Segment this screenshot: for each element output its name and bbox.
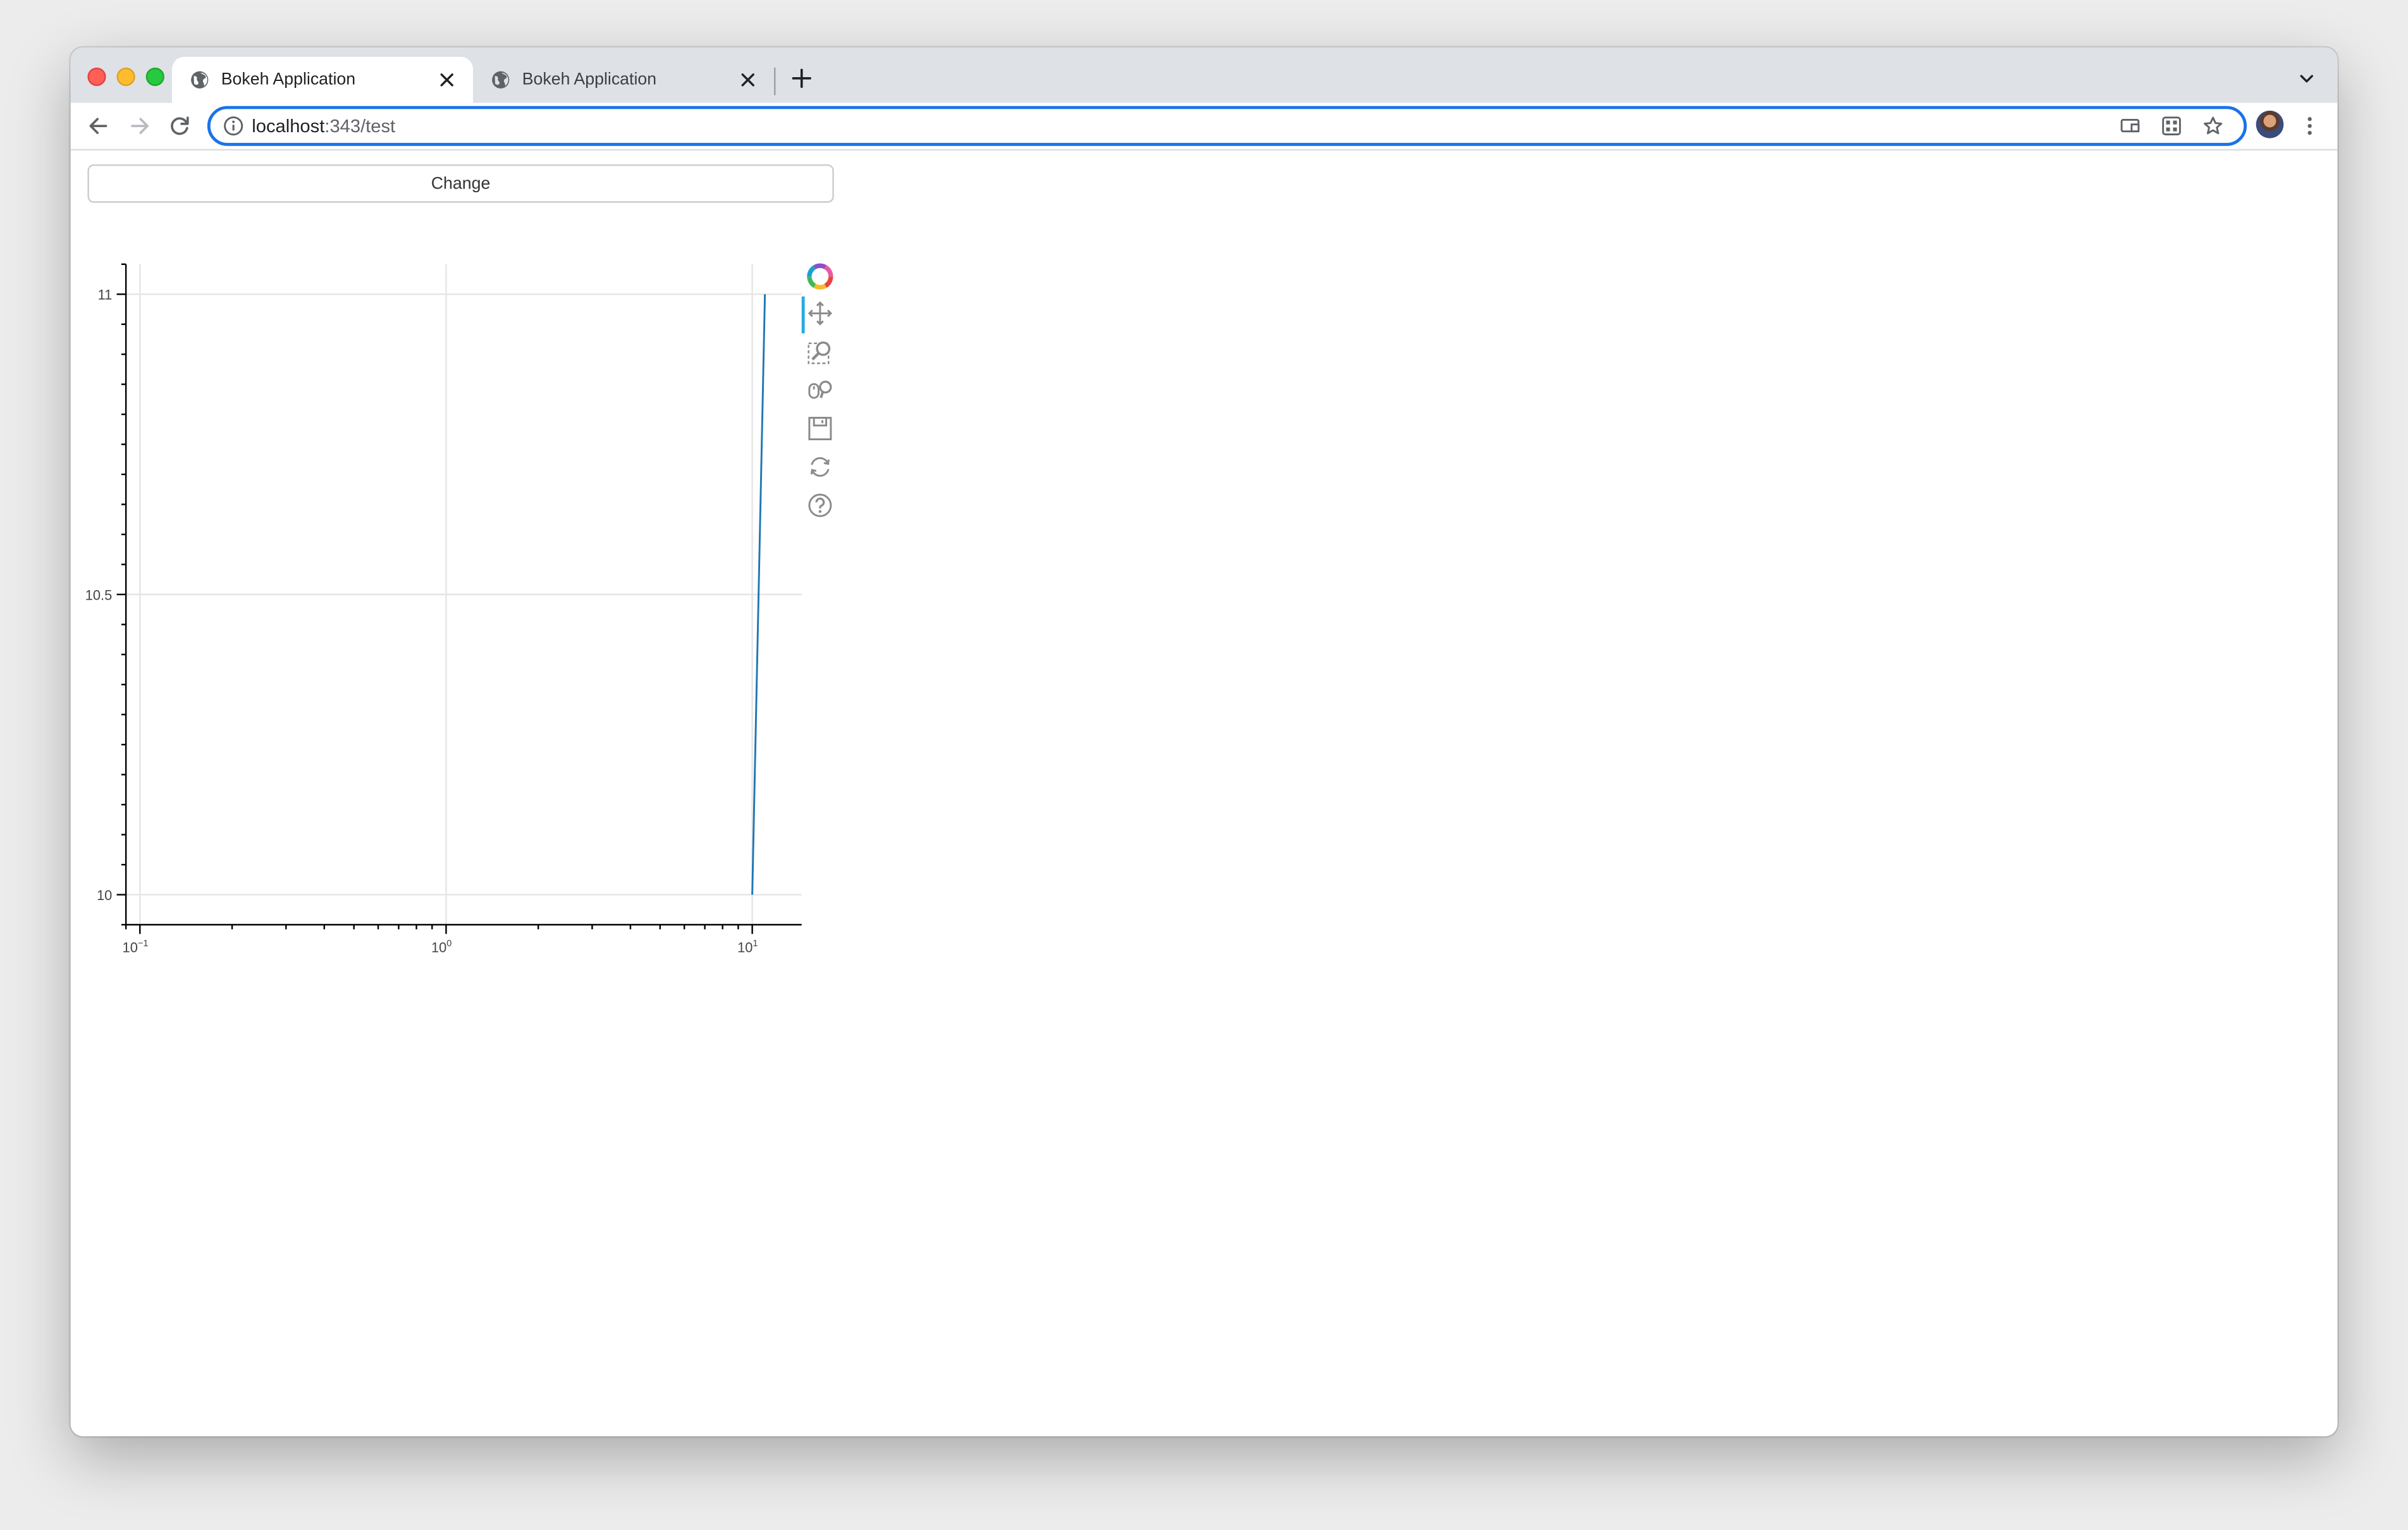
tab-title: Bokeh Application <box>522 70 657 89</box>
bookmark-star-icon[interactable] <box>2202 115 2224 137</box>
info-icon[interactable] <box>223 115 244 137</box>
globe-icon <box>191 71 209 89</box>
tab-title: Bokeh Application <box>221 70 356 89</box>
browser-toolbar: localhost:343/test <box>70 102 2338 151</box>
browser-window: Bokeh Application Bokeh Application loca… <box>70 47 2338 1436</box>
x-tick-label: 10−1 <box>123 939 149 956</box>
plot-grid <box>126 264 802 925</box>
save-icon[interactable] <box>806 415 834 443</box>
tab-strip: Bokeh Application Bokeh Application <box>70 47 2338 103</box>
close-tab-icon[interactable] <box>737 69 759 90</box>
chevron-down-icon[interactable] <box>2297 69 2316 87</box>
y-tick-label: 11 <box>98 287 113 303</box>
plot-axes: 10 10.5 11 10−1 100 101 <box>85 263 802 956</box>
forward-arrow-icon[interactable] <box>128 114 152 139</box>
help-icon[interactable] <box>806 491 834 519</box>
new-tab-icon[interactable] <box>789 66 814 90</box>
maximize-window-button[interactable] <box>145 67 164 87</box>
reset-icon[interactable] <box>806 453 834 481</box>
tab-bokeh-application-2[interactable]: Bokeh Application <box>473 57 774 103</box>
bokeh-logo-icon[interactable] <box>806 262 834 290</box>
y-tick-label: 10 <box>97 887 112 903</box>
cast-icon[interactable] <box>2119 115 2141 137</box>
profile-avatar[interactable] <box>2256 110 2284 139</box>
x-tick-label: 100 <box>431 939 452 956</box>
bokeh-plot[interactable]: 10 10.5 11 10−1 100 101 <box>71 212 869 980</box>
globe-icon <box>492 71 510 89</box>
box-zoom-icon[interactable] <box>806 338 834 366</box>
address-bar[interactable]: localhost:343/test <box>207 106 2247 146</box>
tab-bokeh-application-1[interactable]: Bokeh Application <box>172 56 474 103</box>
y-tick-label: 10.5 <box>85 587 113 603</box>
reload-icon[interactable] <box>168 114 192 139</box>
minimize-window-button[interactable] <box>116 67 135 87</box>
more-options-icon[interactable] <box>2299 114 2321 139</box>
close-window-button[interactable] <box>87 67 106 87</box>
url-text[interactable]: localhost:343/test <box>252 115 395 137</box>
tab-separator <box>774 67 776 96</box>
wheel-zoom-icon[interactable] <box>806 376 834 404</box>
url-host: localhost <box>252 115 325 137</box>
page-content: Change 10 10.5 11 10−1 100 101 <box>70 151 2338 1436</box>
close-tab-icon[interactable] <box>436 69 458 90</box>
back-arrow-icon[interactable] <box>86 114 111 139</box>
url-path: :343/test <box>324 115 396 137</box>
active-tool-indicator <box>801 296 805 334</box>
pan-icon[interactable] <box>806 300 834 328</box>
change-button[interactable]: Change <box>87 164 834 203</box>
qr-code-icon[interactable] <box>2161 115 2182 137</box>
x-tick-label: 101 <box>737 939 758 956</box>
